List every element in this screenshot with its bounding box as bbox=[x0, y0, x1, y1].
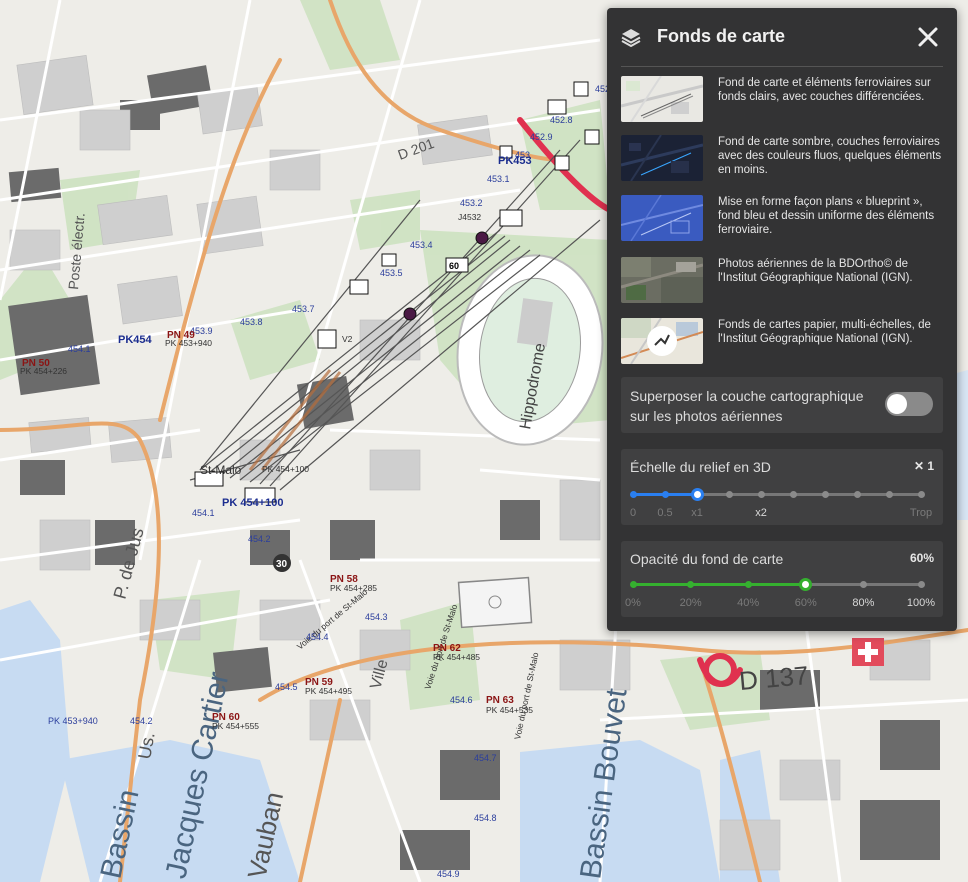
pk-label: 454.6 bbox=[450, 695, 473, 705]
slider-tick-label: 60% bbox=[794, 597, 817, 609]
marker-label: V2 bbox=[342, 334, 353, 344]
opacity-value: 60% bbox=[909, 551, 934, 565]
option-description: Mise en forme façon plans « blueprint »,… bbox=[718, 196, 935, 236]
overlay-toggle-row: Superposer la couche cartographique sur … bbox=[621, 377, 943, 433]
relief-slider-track[interactable] bbox=[629, 488, 925, 501]
pk-label: 454.7 bbox=[474, 753, 497, 763]
slider-handle[interactable] bbox=[690, 488, 704, 501]
marker-label: 60 bbox=[449, 261, 459, 271]
pn-label: PN 50 bbox=[22, 358, 50, 369]
opacity-label: Opacité du fond de carte bbox=[630, 551, 784, 567]
road-label: D 137 bbox=[738, 660, 810, 696]
pn-label: PN 62 bbox=[433, 643, 461, 654]
slider-step-dot[interactable] bbox=[821, 491, 829, 498]
pn-label: PN 49 bbox=[167, 330, 195, 341]
thumbnail-aerial bbox=[621, 257, 703, 303]
slider-tick-label: x2 bbox=[755, 507, 767, 519]
slider-step-dot[interactable] bbox=[885, 491, 893, 498]
slider-tick-label: 0% bbox=[625, 597, 641, 609]
pn-label: PN 60 bbox=[212, 712, 240, 723]
relief-value: ✕ 1 bbox=[913, 459, 934, 473]
thumbnail-blueprint bbox=[621, 195, 703, 241]
slider-step-dot[interactable] bbox=[687, 581, 695, 588]
slider-tick-label: 0 bbox=[629, 507, 637, 519]
pk-label: 452.9 bbox=[530, 132, 553, 142]
pk-label: 453.2 bbox=[460, 198, 483, 208]
slider-step-dot[interactable] bbox=[661, 491, 669, 498]
pk-label: 454.1 bbox=[68, 344, 91, 354]
slider-step-dot[interactable] bbox=[853, 491, 861, 498]
overlay-toggle[interactable] bbox=[885, 392, 933, 416]
pk-label: 454.2 bbox=[130, 716, 153, 726]
pn-label: PN 59 bbox=[305, 677, 333, 688]
slider-tick-label: 80% bbox=[852, 597, 875, 609]
slider-tick-label: 20% bbox=[679, 597, 702, 609]
slider-tick-label: Trop bbox=[909, 507, 933, 519]
pk-label: 454.8 bbox=[474, 813, 497, 823]
pk-label: 453.7 bbox=[292, 304, 315, 314]
slider-step-dot[interactable] bbox=[917, 581, 925, 588]
option-description: Fond de carte et éléments ferroviaires s… bbox=[718, 77, 931, 103]
pk-label: 454.1 bbox=[192, 508, 215, 518]
pk-label: 453.1 bbox=[487, 174, 510, 184]
thumbnail-dark bbox=[621, 135, 703, 181]
opacity-slider-fill bbox=[633, 583, 806, 586]
panel-header: Fonds de carte bbox=[607, 8, 957, 66]
station-label: St-Malo bbox=[200, 463, 242, 477]
pk-label: 454.4 bbox=[306, 632, 329, 642]
basemap-panel: Fonds de carte Fond de carte et éléments… bbox=[607, 8, 957, 631]
close-icon[interactable] bbox=[917, 26, 939, 48]
slider-step-dot[interactable] bbox=[757, 491, 765, 498]
pk-label: PK 454+535 bbox=[486, 705, 533, 715]
basemap-option-paper[interactable]: Fonds de cartes papier, multi-échelles, … bbox=[621, 317, 943, 365]
marker-label: J4532 bbox=[458, 212, 481, 222]
pk-label: 453.4 bbox=[410, 240, 433, 250]
relief-slider-box: Échelle du relief en 3D ✕ 1 0 0.5 x1 x2 Trop bbox=[621, 449, 943, 525]
pk-label: 452.8 bbox=[550, 115, 573, 125]
pk-label: 454.5 bbox=[275, 682, 298, 692]
layers-icon bbox=[621, 29, 641, 47]
pk-label: PK454 bbox=[118, 334, 153, 346]
pk-label: 454.3 bbox=[365, 612, 388, 622]
slider-step-dot[interactable] bbox=[859, 581, 867, 588]
slider-tick-label: x1 bbox=[691, 507, 703, 519]
option-description: Fond de carte sombre, couches ferroviair… bbox=[718, 136, 942, 176]
relief-label: Échelle du relief en 3D bbox=[630, 459, 771, 475]
pk-label: PK 454+100 bbox=[222, 497, 283, 509]
opacity-slider-box: Opacité du fond de carte 60% 0% 20% 40% 60%… bbox=[621, 541, 943, 617]
opacity-slider-track[interactable] bbox=[629, 578, 925, 591]
slider-step-dot[interactable] bbox=[744, 581, 752, 588]
slider-step-dot[interactable] bbox=[917, 491, 925, 498]
slider-tick-label: 40% bbox=[737, 597, 760, 609]
pn-label: PN 63 bbox=[486, 695, 514, 706]
pk-label: PK 454+100 bbox=[262, 464, 309, 474]
slider-tick-label: 100% bbox=[906, 597, 936, 609]
option-description: Photos aériennes de la BDOrtho© de l'Ins… bbox=[718, 258, 913, 284]
pk-label: 454.9 bbox=[437, 869, 460, 879]
slider-tick-label: 0.5 bbox=[657, 507, 673, 519]
pk-label: PK453 bbox=[498, 155, 532, 167]
marker-label: 30 bbox=[276, 559, 288, 570]
pk-label: 454.2 bbox=[248, 534, 271, 544]
slider-step-dot[interactable] bbox=[789, 491, 797, 498]
slider-handle[interactable] bbox=[799, 578, 813, 591]
thumbnail-paper bbox=[621, 318, 703, 364]
thumbnail-light bbox=[621, 76, 703, 122]
pk-label: 453.5 bbox=[380, 268, 403, 278]
pk-label: PK 453+940 bbox=[48, 716, 98, 726]
overlay-toggle-label: Superposer la couche cartographique sur … bbox=[630, 388, 864, 424]
basemap-option-blueprint[interactable]: Mise en forme façon plans « blueprint »,… bbox=[621, 194, 943, 242]
option-description: Fonds de cartes papier, multi-échelles, … bbox=[718, 319, 931, 345]
slider-step-dot[interactable] bbox=[629, 491, 637, 498]
toggle-knob bbox=[887, 394, 907, 414]
pk-label: 453.8 bbox=[240, 317, 263, 327]
slider-step-dot[interactable] bbox=[725, 491, 733, 498]
panel-title: Fonds de carte bbox=[657, 26, 786, 46]
basemap-option-light[interactable]: Fond de carte et éléments ferroviaires s… bbox=[621, 75, 943, 123]
slider-step-dot[interactable] bbox=[629, 581, 637, 588]
divider bbox=[621, 66, 943, 67]
basemap-option-dark[interactable]: Fond de carte sombre, couches ferroviair… bbox=[621, 134, 943, 182]
pn-label: PN 58 bbox=[330, 574, 358, 585]
basemap-option-aerial[interactable]: Photos aériennes de la BDOrtho© de l'Ins… bbox=[621, 256, 943, 304]
